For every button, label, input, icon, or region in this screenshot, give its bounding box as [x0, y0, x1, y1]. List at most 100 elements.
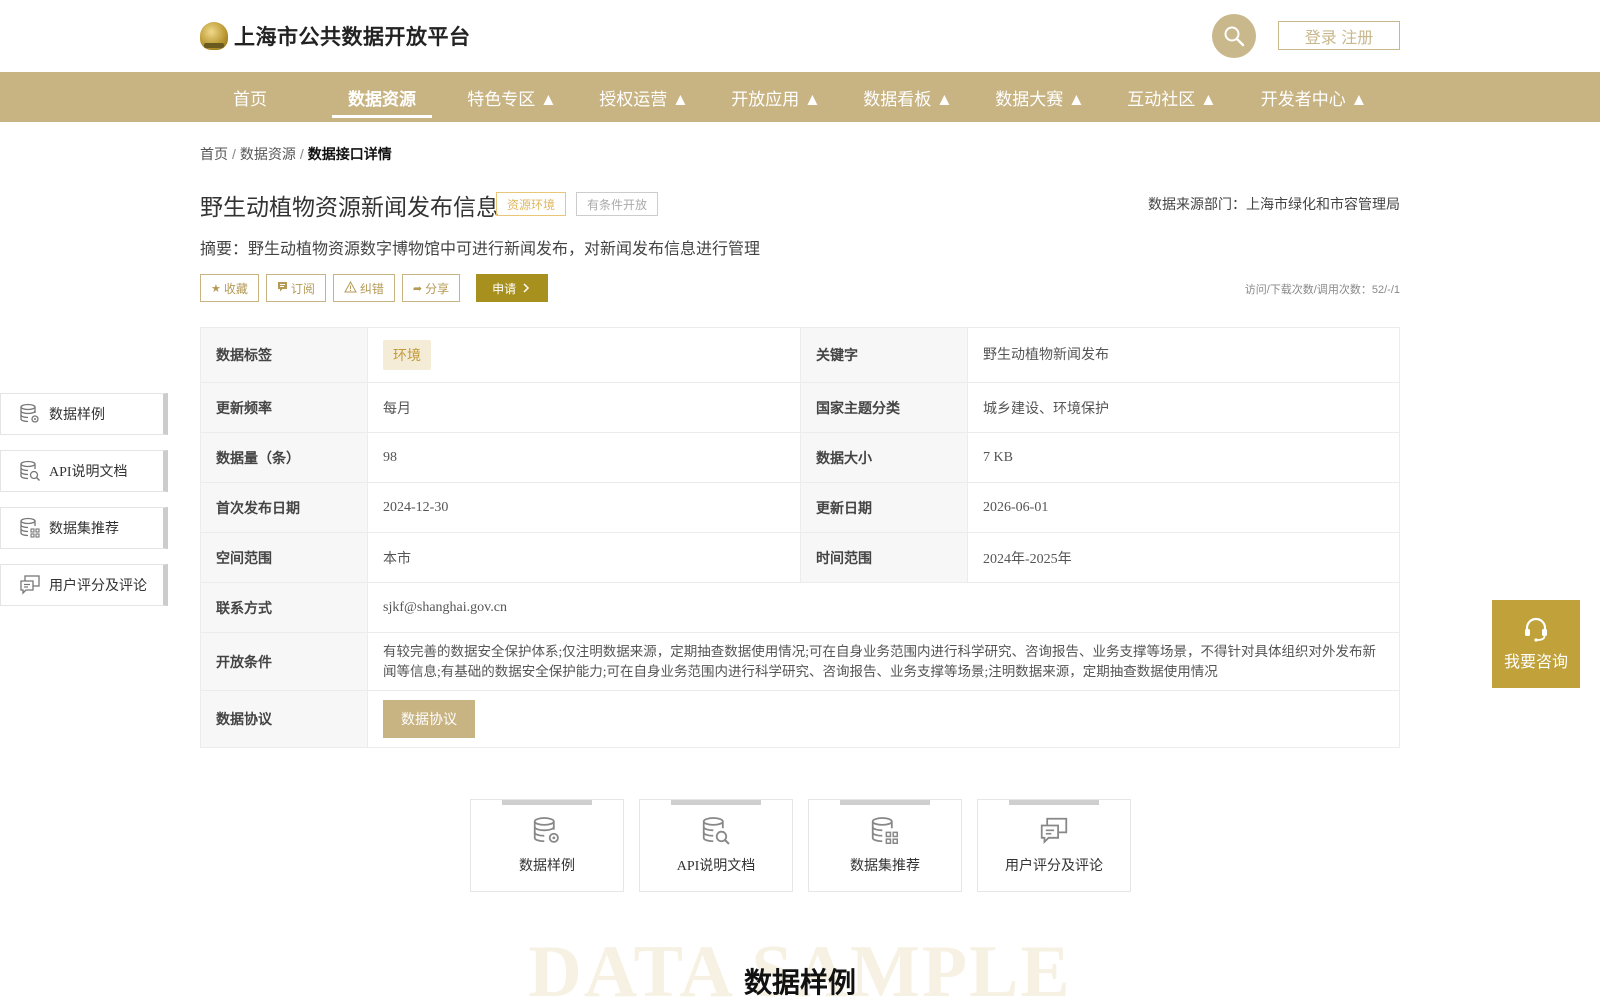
nav-item-data-resources[interactable]: 数据资源: [332, 72, 432, 122]
side-item-data-sample[interactable]: 数据样例: [0, 393, 168, 435]
table-value: 2024年-2025年: [967, 532, 1400, 583]
table-label: 数据大小: [800, 432, 968, 483]
page-title: 野生动植物资源新闻发布信息: [200, 194, 499, 220]
table-value: 每月: [367, 382, 801, 433]
dataset-info-table: 数据标签 环境 关键字 野生动植物新闻发布 更新频率 每月 国家主题分类 城乡建…: [200, 327, 1400, 748]
table-value: 城乡建设、环境保护: [967, 382, 1400, 433]
table-label: 更新日期: [800, 482, 968, 533]
card-dataset-recommend[interactable]: 数据集推荐: [808, 799, 962, 892]
table-row: 数据量（条） 98 数据大小 7 KB: [200, 432, 1400, 483]
site-title: 上海市公共数据开放平台: [234, 26, 471, 49]
table-row: 数据协议 数据协议: [200, 690, 1400, 748]
consult-button[interactable]: 我要咨询: [1492, 600, 1580, 688]
breadcrumb-data-resources[interactable]: 数据资源: [240, 146, 296, 162]
side-item-label: 数据样例: [49, 408, 105, 423]
card-label: API说明文档: [676, 859, 756, 874]
open-condition-value: 有较完善的数据安全保护体系;仅注明数据来源，定期抽查数据使用情况;可在自身业务范…: [367, 632, 1400, 691]
search-button[interactable]: [1212, 14, 1256, 58]
correct-button[interactable]: 纠错: [332, 274, 395, 302]
table-row: 首次发布日期 2024-12-30 更新日期 2026-06-01: [200, 482, 1400, 533]
table-label: 国家主题分类: [800, 382, 968, 433]
breadcrumb: 首页 / 数据资源 / 数据接口详情: [200, 144, 392, 164]
breadcrumb-home[interactable]: 首页: [200, 146, 228, 162]
nav-item-data-dashboard[interactable]: 数据看板 ▲: [858, 72, 958, 122]
collect-button[interactable]: ★ 收藏: [200, 274, 259, 302]
nav-item-developer-center[interactable]: 开发者中心 ▲: [1254, 72, 1374, 122]
login-register-button[interactable]: 登录 注册: [1278, 21, 1400, 50]
table-value: 野生动植物新闻发布: [967, 327, 1400, 383]
headset-icon: [1525, 617, 1547, 642]
side-anchor-nav: 数据样例 API说明文档 数据集推荐 用户评分及评论: [0, 393, 168, 621]
table-value: 本市: [367, 532, 801, 583]
source-department: 数据来源部门：上海市绿化和市容管理局: [1148, 196, 1400, 212]
usage-stats: 访问/下载次数/调用次数：52/-/1: [1244, 284, 1400, 296]
side-item-ratings-comments[interactable]: 用户评分及评论: [0, 564, 168, 606]
database-gear-icon: [20, 403, 39, 423]
star-icon: ★: [211, 282, 221, 295]
side-item-label: 用户评分及评论: [49, 579, 147, 594]
table-value: 7 KB: [967, 432, 1400, 483]
table-value: 2024-12-30: [367, 482, 801, 533]
card-label: 数据集推荐: [850, 859, 920, 874]
nav-item-special-zones[interactable]: 特色专区 ▲: [462, 72, 562, 122]
card-label: 用户评分及评论: [1005, 859, 1103, 874]
card-label: 数据样例: [519, 859, 575, 874]
share-button[interactable]: ➦ 分享: [401, 274, 461, 302]
table-value: 环境: [367, 327, 801, 383]
comment-icon: [20, 575, 40, 595]
table-label: 时间范围: [800, 532, 968, 583]
table-row: 开放条件 有较完善的数据安全保护体系;仅注明数据来源，定期抽查数据使用情况;可在…: [200, 632, 1400, 691]
card-data-sample[interactable]: 数据样例: [470, 799, 624, 892]
table-label: 联系方式: [200, 582, 368, 633]
nav-item-authorized-operation[interactable]: 授权运营 ▲: [594, 72, 694, 122]
table-row: 数据标签 环境 关键字 野生动植物新闻发布: [200, 327, 1400, 383]
warning-icon: [344, 280, 357, 296]
share-icon: ➦: [412, 282, 423, 295]
section-tab-cards: 数据样例 API说明文档 数据集推荐 用户评分及评论: [470, 799, 1146, 892]
table-label: 数据标签: [200, 327, 368, 383]
apply-label: 申请: [492, 281, 517, 296]
database-grid-icon: [871, 817, 899, 845]
action-bar: ★ 收藏 订阅 纠错 ➦ 分享 申请: [200, 274, 549, 302]
table-value: 98: [367, 432, 801, 483]
side-item-label: API说明文档: [49, 465, 128, 480]
table-value: 数据协议: [367, 690, 1400, 748]
table-row: 联系方式 sjkf@shanghai.gov.cn: [200, 582, 1400, 633]
table-label: 数据协议: [200, 690, 368, 748]
database-grid-icon: [20, 517, 40, 538]
comment-icon: [1040, 817, 1068, 845]
side-item-dataset-recommend[interactable]: 数据集推荐: [0, 507, 168, 549]
subscribe-label: 订阅: [290, 281, 315, 296]
breadcrumb-separator: /: [299, 146, 304, 162]
card-api-docs[interactable]: API说明文档: [639, 799, 793, 892]
table-label: 空间范围: [200, 532, 368, 583]
table-label: 关键字: [800, 327, 968, 383]
subscribe-button[interactable]: 订阅: [265, 274, 326, 302]
database-gear-icon: [533, 817, 559, 843]
side-item-api-docs[interactable]: API说明文档: [0, 450, 168, 492]
data-protocol-button[interactable]: 数据协议: [383, 700, 475, 738]
nav-item-home[interactable]: 首页: [200, 72, 300, 122]
database-search-icon: [702, 817, 730, 845]
main-nav: 首页 数据资源 特色专区 ▲ 授权运营 ▲ 开放应用 ▲ 数据看板 ▲ 数据大赛…: [0, 72, 1600, 122]
data-tag-chip[interactable]: 环境: [383, 340, 431, 370]
table-label: 开放条件: [200, 632, 368, 691]
consult-label: 我要咨询: [1503, 654, 1568, 671]
nav-item-data-contest[interactable]: 数据大赛 ▲: [990, 72, 1090, 122]
section-title: 数据样例: [743, 967, 856, 998]
card-ratings-comments[interactable]: 用户评分及评论: [977, 799, 1131, 892]
correct-label: 纠错: [359, 281, 384, 296]
nav-item-open-apps[interactable]: 开放应用 ▲: [726, 72, 826, 122]
search-icon: [1224, 26, 1245, 47]
table-label: 更新频率: [200, 382, 368, 433]
apply-button[interactable]: 申请: [476, 274, 549, 302]
database-search-icon: [20, 460, 41, 482]
table-row: 更新频率 每月 国家主题分类 城乡建设、环境保护: [200, 382, 1400, 433]
table-row: 空间范围 本市 时间范围 2024年-2025年: [200, 532, 1400, 583]
table-label: 数据量（条）: [200, 432, 368, 483]
site-logo[interactable]: 上海市公共数据开放平台: [200, 20, 471, 52]
nav-item-community[interactable]: 互动社区 ▲: [1122, 72, 1222, 122]
side-item-label: 数据集推荐: [49, 522, 119, 537]
chevron-right-icon: [523, 283, 530, 293]
breadcrumb-separator: /: [232, 146, 236, 162]
